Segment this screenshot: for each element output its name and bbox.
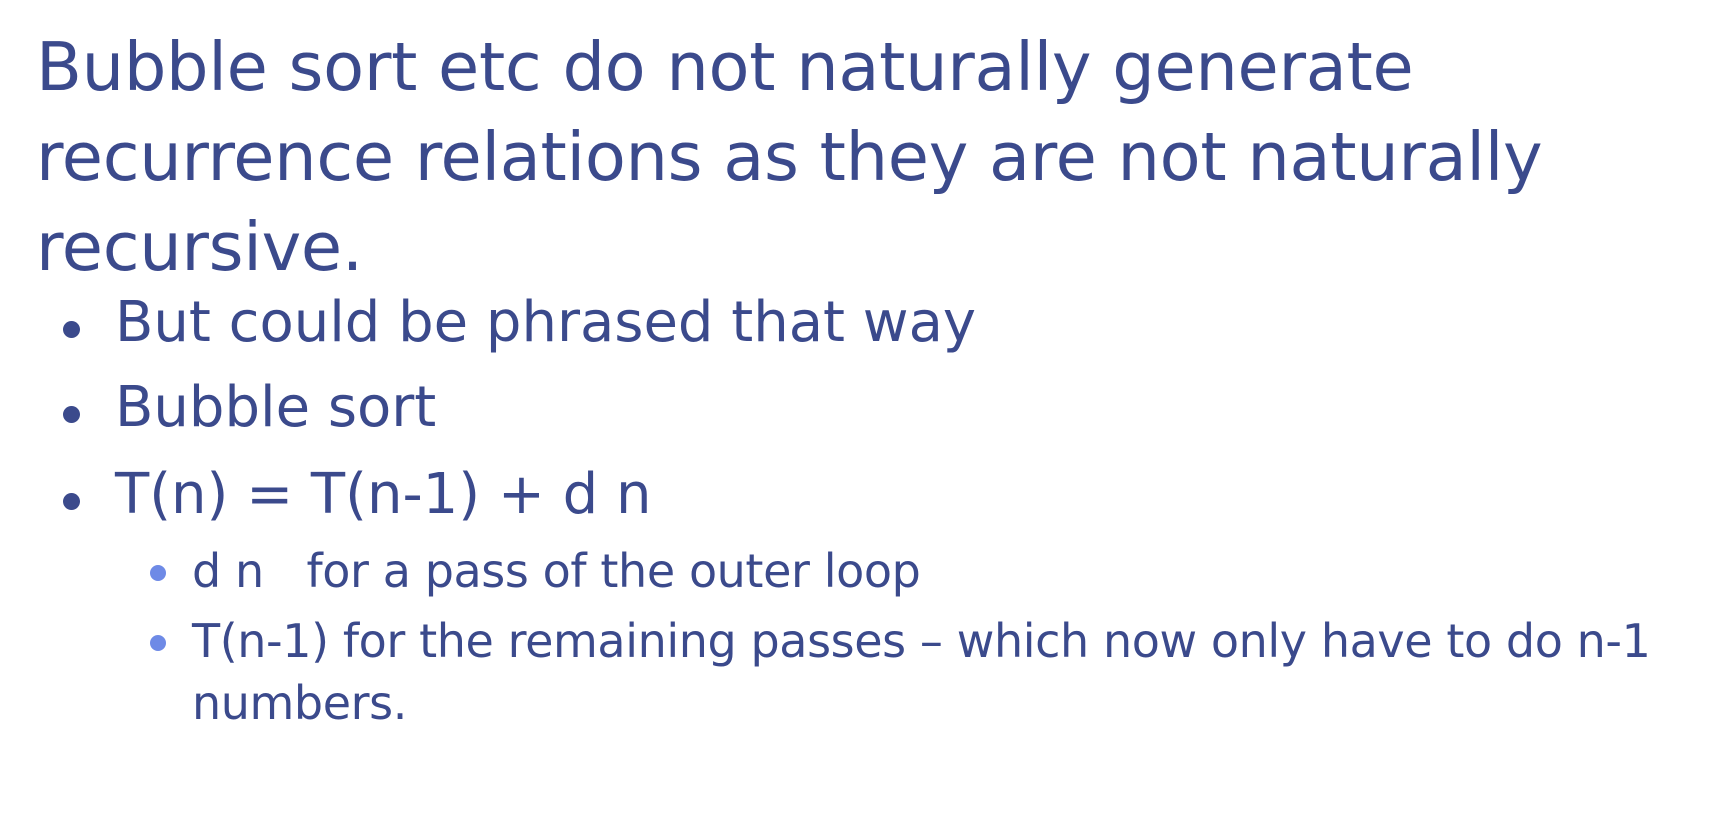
slide-title: Bubble sort etc do not naturally generat…	[36, 28, 1543, 286]
sub-bullet-text: d n for a pass of the outer loop	[192, 544, 921, 598]
bullet-dot-icon	[63, 406, 80, 423]
sub-bullet-dot-icon	[150, 565, 166, 581]
bullet-dot-icon	[63, 321, 80, 338]
bullet-text: Bubble sort	[115, 375, 437, 440]
bullet-text: But could be phrased that way	[115, 290, 977, 355]
bullet-dot-icon	[63, 493, 80, 510]
sub-bullet-dot-icon	[150, 635, 166, 651]
slide: Bubble sort etc do not naturally generat…	[0, 0, 1722, 830]
bullet-text: T(n) = T(n-1) + d n	[115, 462, 652, 527]
sub-bullet-text: T(n-1) for the remaining passes – which …	[192, 614, 1651, 730]
